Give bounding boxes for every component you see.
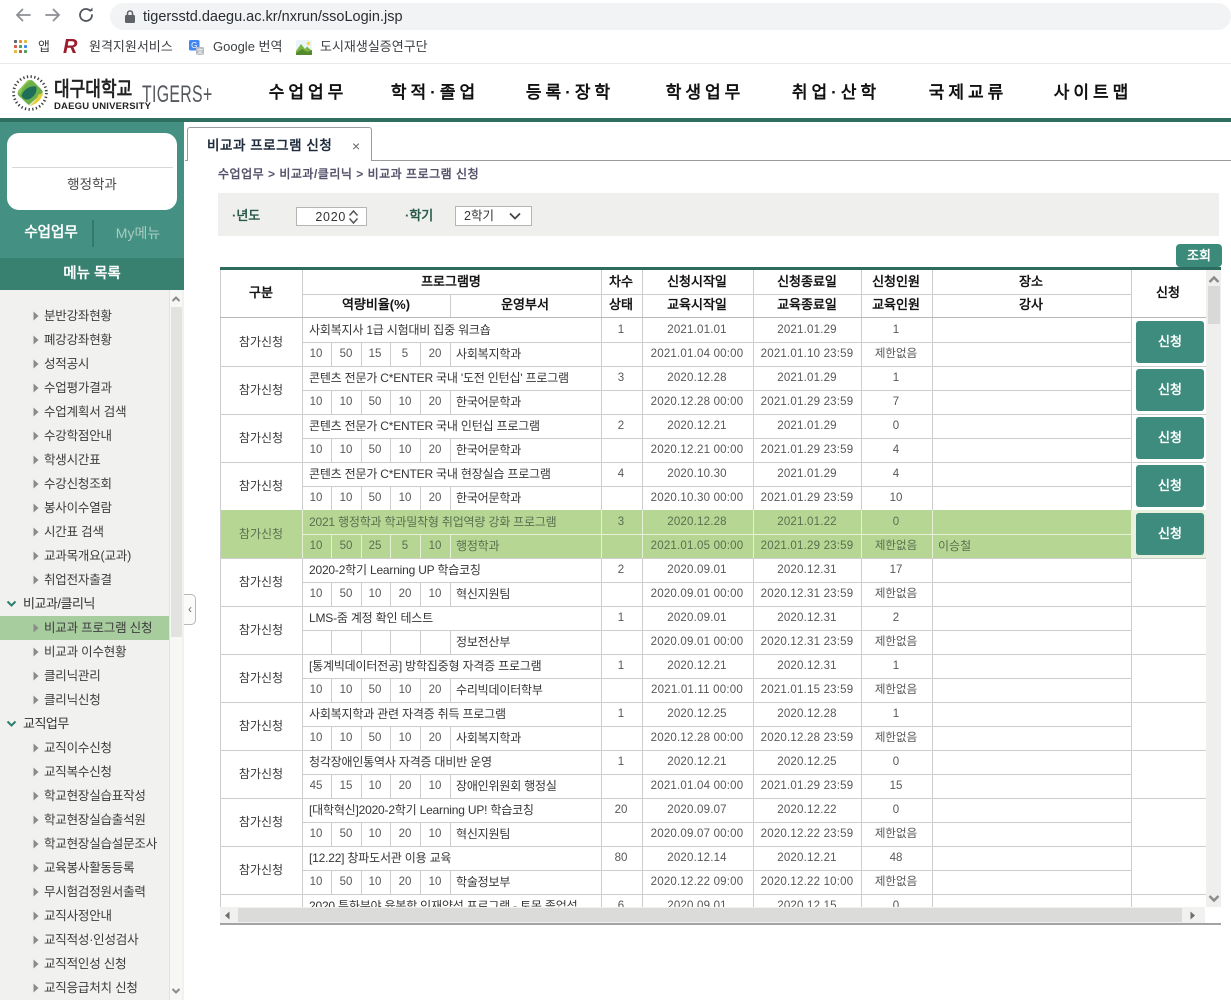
svg-text:文: 文 <box>197 47 204 56</box>
